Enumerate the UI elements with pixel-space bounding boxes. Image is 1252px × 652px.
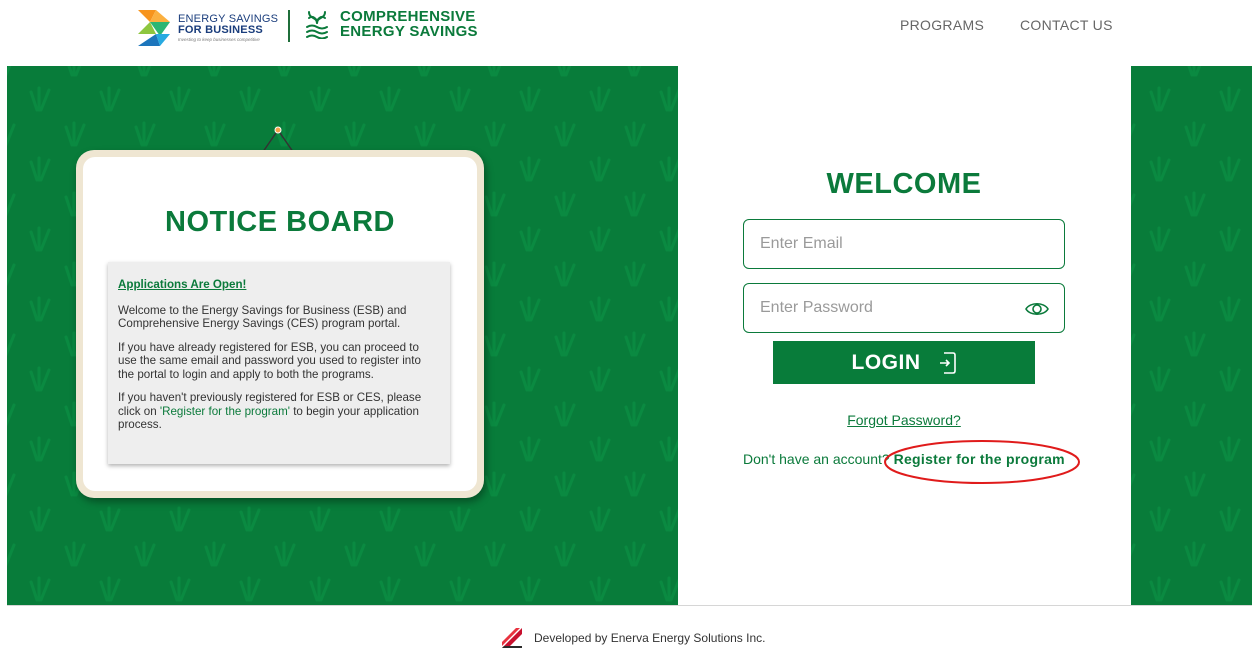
login-button-label: LOGIN xyxy=(851,350,921,374)
login-panel xyxy=(678,66,1131,606)
notice-board-title: NOTICE BOARD xyxy=(165,206,395,238)
content-bottom-divider xyxy=(7,605,1252,606)
welcome-title: WELCOME xyxy=(826,168,982,200)
email-input[interactable] xyxy=(760,220,1020,268)
login-arrow-icon xyxy=(939,351,956,374)
nav-contact-us[interactable]: CONTACT US xyxy=(1020,17,1113,33)
esb-logo[interactable]: ENERGY SAVINGS FOR BUSINESS Investing to… xyxy=(136,6,286,50)
password-field[interactable] xyxy=(743,283,1065,333)
no-account-text: Don't have an account? xyxy=(743,451,890,467)
site-header: ENERGY SAVINGS FOR BUSINESS Investing to… xyxy=(0,0,1252,66)
ces-logo-mark-icon xyxy=(306,11,328,39)
footer-credit: Developed by Enerva Energy Solutions Inc… xyxy=(534,631,766,645)
eye-icon[interactable] xyxy=(1024,298,1050,320)
applications-open-link[interactable]: Applications Are Open! xyxy=(118,278,440,292)
forgot-password-link[interactable]: Forgot Password? xyxy=(743,412,1065,428)
board-frame: NOTICE BOARD Applications Are Open! Welc… xyxy=(76,150,484,498)
notice-paragraph-2: If you have already registered for ESB, … xyxy=(118,340,421,381)
notice-register-reference: 'Register for the program' xyxy=(159,404,290,418)
ces-logo-line2: ENERGY SAVINGS xyxy=(340,23,478,40)
ces-logo[interactable]: COMPREHENSIVE ENERGY SAVINGS xyxy=(304,9,478,39)
password-input[interactable] xyxy=(760,284,1020,332)
notice-board: NOTICE BOARD Applications Are Open! Welc… xyxy=(76,126,484,498)
email-field[interactable] xyxy=(743,219,1065,269)
enerva-logo-icon xyxy=(502,628,522,648)
notice-card: Applications Are Open! Welcome to the En… xyxy=(108,262,450,464)
esb-logo-mark-icon xyxy=(138,10,170,46)
notice-paragraph-3: If you haven't previously registered for… xyxy=(118,391,440,432)
logo-divider xyxy=(288,10,290,42)
site-footer: Developed by Enerva Energy Solutions Inc… xyxy=(500,626,765,650)
esb-logo-line2: FOR BUSINESS xyxy=(178,23,263,36)
login-button[interactable]: LOGIN xyxy=(773,341,1035,384)
nav-programs[interactable]: PROGRAMS xyxy=(900,17,984,33)
highlight-ellipse xyxy=(884,440,1080,484)
ces-logo-line1: COMPREHENSIVE xyxy=(340,8,476,25)
notice-paragraph-1: Welcome to the Energy Savings for Busine… xyxy=(118,303,407,331)
esb-logo-tagline: Investing to keep businesses competitive xyxy=(178,36,260,42)
